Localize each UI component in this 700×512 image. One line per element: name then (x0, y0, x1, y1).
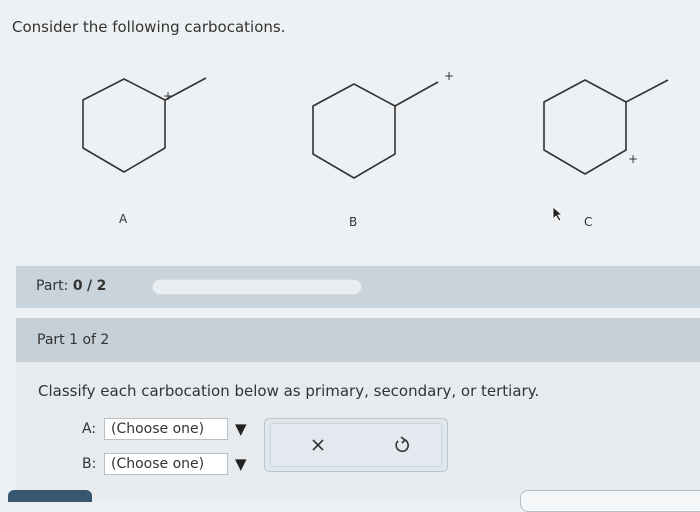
action-inner (270, 423, 442, 467)
triangle-down-icon: ▼ (235, 420, 247, 438)
structure-a-charge: + (163, 89, 173, 103)
structure-c-charge: + (628, 152, 638, 166)
structure-b-label: B (349, 215, 358, 229)
answer-a-select[interactable]: (Choose one) ▼ (104, 418, 247, 440)
part-progress-bar: Part: 0 / 2 (16, 266, 700, 308)
answer-a-prefix: A: (82, 421, 97, 437)
structure-b-charge: + (444, 69, 454, 83)
structure-a-ring (82, 78, 166, 173)
structure-c-label: C (584, 215, 593, 229)
part-header-text: Part 1 of 2 (37, 332, 110, 348)
part-progress-current: 0 (72, 278, 83, 294)
answer-b-value: (Choose one) (111, 456, 205, 472)
part-progress-separator: / (87, 278, 93, 294)
action-box (264, 418, 448, 472)
structure-b-ring (312, 83, 396, 179)
clear-button[interactable] (305, 432, 331, 458)
structure-b-bond (394, 81, 439, 107)
part-header: Part 1 of 2 (16, 318, 700, 362)
reset-button[interactable] (389, 432, 415, 458)
answer-a-value: (Choose one) (111, 421, 205, 437)
structure-a-label: A (119, 212, 128, 226)
mouse-cursor-icon (552, 206, 564, 222)
undo-icon (395, 436, 409, 453)
progress-track (152, 279, 362, 295)
carbocation-structures: + + + (82, 69, 669, 179)
bottom-right-control[interactable] (520, 490, 700, 512)
part-panel: Part 1 of 2 Classify each carbocation be… (16, 318, 700, 500)
answer-b-prefix: B: (82, 456, 97, 472)
bottom-tab[interactable] (8, 490, 92, 502)
instruction-text: Classify each carbocation below as prima… (38, 382, 540, 400)
part-progress-label: Part: 0 / 2 (36, 278, 107, 294)
structure-c-ring (543, 79, 627, 175)
close-x-icon (312, 439, 324, 451)
triangle-down-icon: ▼ (235, 455, 247, 473)
part-progress-total: 2 (96, 278, 107, 294)
answer-b-select[interactable]: (Choose one) ▼ (104, 453, 247, 475)
structure-c-methyl (625, 79, 669, 103)
question-prompt: Consider the following carbocations. (12, 18, 286, 36)
